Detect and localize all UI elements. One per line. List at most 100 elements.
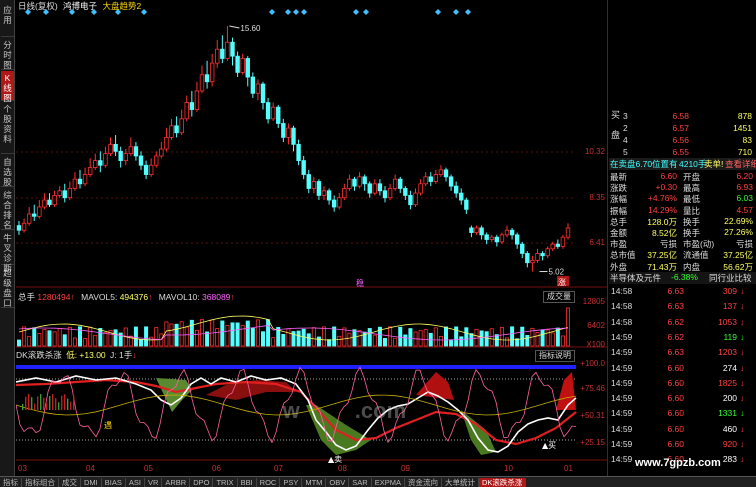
stat-row-5[interactable]: 金额 8.52亿 换手 27.26% — [609, 227, 756, 239]
volume-bar-105 — [550, 332, 555, 347]
stat-value: 亏损 — [659, 239, 677, 250]
bottom-tab-12[interactable]: PSY — [280, 478, 303, 487]
bottom-tab-14[interactable]: OBV — [326, 478, 350, 487]
tick-row-7[interactable]: 14:59 6.60 200 ↓ — [609, 393, 756, 405]
bottom-tab-10[interactable]: BBI — [238, 478, 257, 487]
candle-body-55 — [296, 143, 301, 162]
tick-time: 14:59 — [611, 362, 633, 373]
period-label[interactable]: 日线(复权) — [18, 1, 58, 11]
bottom-tab-3[interactable]: DMI — [81, 478, 102, 487]
ask-row-3[interactable]: 5 6.55 710 — [609, 147, 756, 159]
bottom-tab-16[interactable]: EXPMA — [372, 478, 405, 487]
sidebar-tab-5[interactable]: 综合排名 — [1, 188, 14, 230]
ask-level: 2 — [623, 123, 628, 133]
bottom-tab-18[interactable]: 大单统计 — [442, 478, 479, 487]
bottom-tab-0[interactable]: 指标 — [0, 478, 22, 487]
sidebar-tab-3[interactable]: 个股资料 — [1, 102, 14, 154]
candle-body-44 — [240, 58, 245, 73]
tick-row-9[interactable]: 14:59 6.60 460 ↓ — [609, 424, 756, 436]
candle-body-48 — [260, 83, 266, 103]
bottom-tab-8[interactable]: DPO — [190, 478, 214, 487]
tick-row-0[interactable]: 14:58 6.63 309 ↓ — [609, 286, 756, 298]
bottom-tab-19[interactable]: DK滚跌杀涨 — [478, 478, 527, 487]
bottom-tab-1[interactable]: 指标组合 — [22, 478, 59, 487]
bottom-tab-5[interactable]: ASI — [126, 478, 145, 487]
sidebar-tab-4[interactable]: 自选股 — [1, 155, 14, 187]
sector-row[interactable]: 半导体及元件 -6.38% 同行业比较 — [609, 272, 756, 284]
volume-bar-89 — [469, 333, 474, 347]
indicator-help-button[interactable]: 指标说明 — [535, 350, 575, 362]
bottom-tab-bar[interactable]: 指标 指标组合 成交 DMI BIAS ASI VR ARBR DPO TRIX BBI ROC PSY… — [0, 476, 756, 487]
ask-price: 6.56 — [672, 135, 689, 145]
sidebar-tab-7[interactable]: 超级盘口 — [1, 266, 14, 308]
volume-bar-70 — [372, 334, 377, 347]
sidebar-tab-1[interactable]: 分时图 — [1, 38, 14, 70]
stat-row-2[interactable]: 涨幅 +4.76% 最低 6.03 — [609, 193, 756, 205]
ind-bar-6 — [40, 394, 42, 410]
sidebar-tab-0[interactable]: 应用 — [1, 3, 14, 37]
tick-row-10[interactable]: 14:59 6.60 920 ↓ — [609, 439, 756, 451]
trade-bar[interactable]: 在卖盘6.70位置有 4210手 卖单! 查看详细 — [609, 158, 756, 170]
bottom-tab-13[interactable]: MTM — [302, 478, 327, 487]
bottom-tab-4[interactable]: BIAS — [102, 478, 126, 487]
volume-bar-42 — [230, 322, 235, 347]
event-mark: 稳 — [356, 278, 364, 288]
ask-row-1[interactable]: 2 6.57 1451 — [609, 123, 756, 135]
stat-row-7[interactable]: 总市值 37.25亿 流通值 37.25亿 — [609, 249, 756, 261]
ind-bar-14 — [64, 394, 66, 410]
tick-row-5[interactable]: 14:59 6.60 274 ↓ — [609, 363, 756, 375]
volume-bar-0 — [16, 339, 22, 347]
volume-bar-48 — [260, 331, 265, 347]
ask-row-2[interactable]: 4 6.56 83 — [609, 135, 756, 147]
tick-row-6[interactable]: 14:59 6.60 1825 ↓ — [609, 378, 756, 390]
volume-bar-87 — [459, 336, 464, 347]
volume-bar-14 — [88, 326, 93, 347]
sidebar-tab-2[interactable]: K线图 — [1, 71, 14, 103]
stat-row-0[interactable]: 最新 6.60 开盘 6.20 — [609, 171, 756, 183]
stat-row-4[interactable]: 总手 128.0万 换手 22.69% — [609, 216, 756, 228]
tick-row-4[interactable]: 14:59 6.63 1203 ↓ — [609, 347, 756, 359]
volume-bar-46 — [250, 328, 255, 347]
tick-row-2[interactable]: 14:58 6.62 1053 ↓ — [609, 317, 756, 329]
candle-body-9 — [62, 190, 67, 199]
stat-row-6[interactable]: 市盈 亏损 市盈(动) 亏损 — [609, 238, 756, 250]
candle-body-49 — [265, 102, 271, 120]
sidebar-tab-6[interactable]: 牛叉诊断 — [1, 231, 14, 273]
tick-row-8[interactable]: 14:59 6.60 1331 ↓ — [609, 408, 756, 420]
chart-area[interactable]: 15.60 5.02 稳 涨 ▲卖 ▲买 遇 日线(复权) 鸿博电子 大盘趋势2 总手 12… — [16, 0, 608, 476]
bottom-tab-17[interactable]: 资金流向 — [405, 478, 442, 487]
stat-row-1[interactable]: 涨跌 +0.30 最高 6.93 — [609, 182, 756, 194]
x-label-07: 07 — [274, 464, 283, 473]
candle-body-63 — [337, 197, 342, 208]
tick-time: 14:59 — [611, 331, 633, 342]
indicator-name[interactable]: DK滚跌杀涨 — [16, 350, 62, 360]
stat-row-8[interactable]: 外盘 71.43万 内盘 56.62万 — [609, 261, 756, 273]
bottom-tab-11[interactable]: ROC — [257, 478, 281, 487]
volume-total: 1280494 — [37, 292, 71, 302]
stat-label: 市盈 — [610, 239, 628, 250]
stat-row-3[interactable]: 振幅 14.29% 量比 4.57 — [609, 205, 756, 217]
quote-panel[interactable]: 买盘 3 6.58 878 2 6.57 1451 4 6.56 83 5 6.55 710 在卖盘6.7… — [609, 0, 756, 476]
candle-body-17 — [103, 153, 108, 166]
bottom-tab-2[interactable]: 成交 — [59, 478, 81, 487]
volume-bar-32 — [179, 321, 184, 347]
overlay-name[interactable]: 大盘趋势2 — [102, 1, 141, 11]
volume-button[interactable]: 成交量 — [543, 291, 575, 303]
candle-body-38 — [209, 62, 215, 83]
stat-value: +4.76% — [647, 193, 677, 204]
volume-bar-107 — [560, 335, 565, 347]
candle-body-6 — [47, 199, 52, 206]
ind-tick-4: +25.15 — [580, 438, 605, 447]
volume-bar-15 — [93, 334, 98, 347]
bottom-tab-7[interactable]: ARBR — [162, 478, 191, 487]
candle-body-102 — [535, 253, 540, 261]
tick-time: 14:58 — [611, 316, 633, 327]
ask-row-0[interactable]: 3 6.58 878 — [609, 111, 756, 123]
volume-bar-93 — [489, 328, 494, 347]
indicator-top-band — [16, 365, 576, 369]
tick-row-1[interactable]: 14:58 6.63 137 ↓ — [609, 301, 756, 313]
bottom-tab-6[interactable]: VR — [145, 478, 163, 487]
bottom-tab-9[interactable]: TRIX — [213, 478, 238, 487]
bottom-tab-15[interactable]: SAR — [349, 478, 372, 487]
tick-row-3[interactable]: 14:59 6.62 119 ↓ — [609, 332, 756, 344]
